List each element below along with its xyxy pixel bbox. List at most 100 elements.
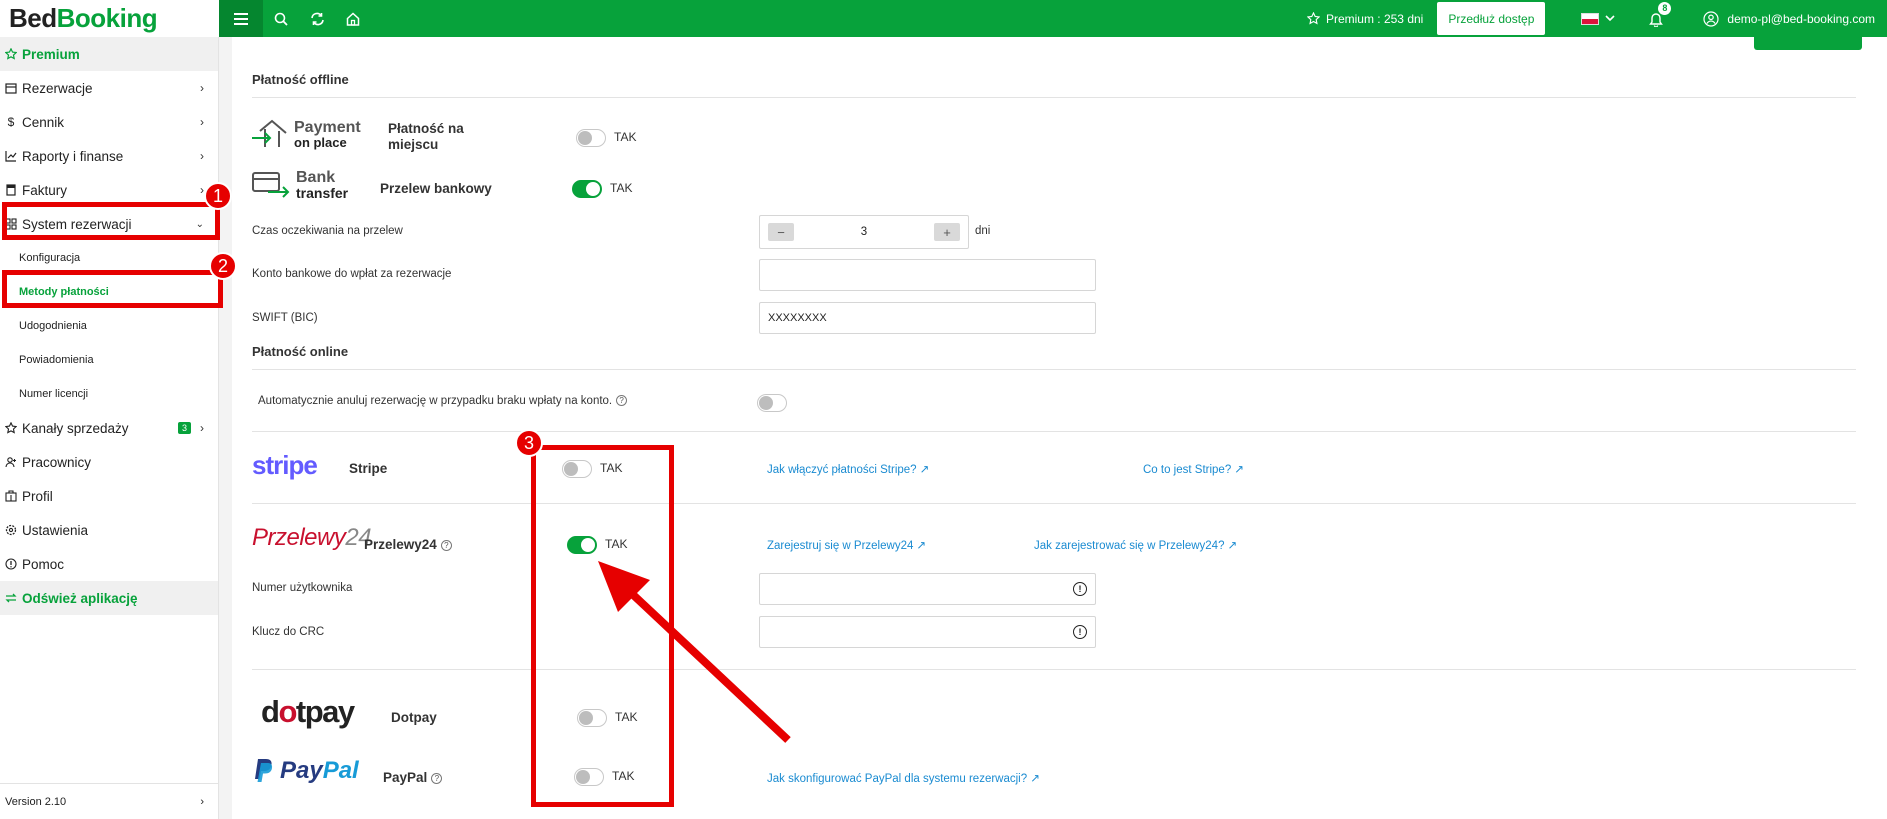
chevron-right-icon: › — [200, 81, 204, 95]
polish-flag-icon — [1581, 12, 1600, 25]
logo-text: Bank — [296, 169, 336, 186]
logo-text: o — [278, 694, 297, 729]
transfer-wait-stepper[interactable]: − 3 + — [759, 215, 969, 249]
transfer-wait-label: Czas oczekiwania na przelew — [252, 225, 403, 237]
user-menu[interactable]: demo-pl@bed-booking.com — [1703, 10, 1875, 27]
pm-name-dotpay: Dotpay — [391, 710, 437, 725]
bank-transfer-logo: Bank transfer — [252, 170, 348, 200]
decrement-button[interactable]: − — [768, 223, 794, 241]
warning-icon: ! — [1073, 625, 1087, 639]
logo-text: tpay — [295, 694, 355, 729]
stripe-about-link[interactable]: Co to jest Stripe? ↗ — [1143, 462, 1244, 476]
toggle-auto-cancel[interactable] — [757, 394, 787, 412]
sales-channels-badge: 3 — [177, 422, 191, 434]
sidebar-item-label: Odśwież aplikację — [22, 590, 138, 606]
sidebar-item-help[interactable]: Pomoc — [0, 547, 218, 581]
home-icon[interactable] — [335, 0, 371, 37]
save-button[interactable] — [1754, 37, 1862, 50]
annotation-box-1 — [2, 202, 220, 240]
help-icon[interactable]: ? — [616, 395, 628, 407]
sidebar-item-label: Kanały sprzedaży — [22, 420, 129, 436]
pm-name-bank-transfer: Przelew bankowy — [380, 181, 492, 196]
sidebar-item-reservations[interactable]: Rezerwacje › — [0, 71, 218, 105]
link-text: Jak włączyć płatności Stripe? — [767, 464, 917, 476]
sidebar-item-settings[interactable]: Ustawienia — [0, 513, 218, 547]
sidebar-subitem-notifications[interactable]: Powiadomienia — [0, 343, 218, 377]
divider — [252, 369, 1856, 370]
user-number-label: Numer użytkownika — [252, 582, 353, 594]
sidebar-subitem-license[interactable]: Numer licencji — [0, 377, 218, 411]
help-icon[interactable]: ? — [440, 539, 452, 551]
chevron-right-icon: › — [200, 149, 204, 163]
main-content: Płatność offline Payment on place Płatno… — [219, 37, 1887, 819]
paypal-config-link[interactable]: Jak skonfigurować PayPal dla systemu rez… — [767, 771, 1040, 785]
chevron-right-icon: › — [200, 421, 204, 435]
bank-account-input[interactable] — [759, 259, 1096, 291]
sidebar-item-reports[interactable]: Raporty i finanse › — [0, 139, 218, 173]
offline-section-title: Płatność offline — [252, 72, 349, 87]
sidebar-item-sales-channels[interactable]: Kanały sprzedaży 3 › — [0, 411, 218, 445]
refresh-icon[interactable] — [299, 0, 335, 37]
sidebar-item-profile[interactable]: Profil — [0, 479, 218, 513]
przelewy24-howto-link[interactable]: Jak zarejestrować się w Przelewy24? ↗ — [1034, 538, 1237, 552]
sidebar-item-employees[interactable]: Pracownicy — [0, 445, 218, 479]
link-text: Jak skonfigurować PayPal dla systemu rez… — [767, 773, 1028, 785]
toggle-bank-transfer[interactable] — [572, 180, 602, 198]
brand-text-bed: Bed — [9, 3, 57, 33]
swift-input[interactable]: XXXXXXXX — [759, 302, 1096, 334]
premium-status-text: Premium : 253 dni — [1325, 11, 1424, 26]
external-link-icon: ↗ — [913, 540, 927, 552]
sidebar-item-premium[interactable]: Premium — [0, 37, 218, 71]
divider — [252, 97, 1856, 98]
help-icon[interactable]: ? — [431, 772, 443, 784]
link-text: Zarejestruj się w Przelewy24 — [767, 540, 914, 552]
toggle-on-place[interactable] — [576, 129, 606, 147]
logo-text: Pay — [280, 757, 323, 784]
building-icon — [5, 490, 17, 502]
extend-access-button[interactable]: Przedłuż dostęp — [1437, 2, 1546, 35]
sidebar-subitem-agreements[interactable]: Udogodnienia — [0, 309, 218, 343]
increment-button[interactable]: + — [934, 223, 960, 241]
przelewy24-logo: Przelewy24 — [252, 524, 372, 552]
payment-on-place-logo: Payment on place — [252, 119, 361, 149]
link-text: Co to jest Stripe? — [1143, 464, 1232, 476]
search-icon[interactable] — [263, 0, 299, 37]
pm-name-stripe: Stripe — [349, 461, 388, 476]
star-icon — [1306, 12, 1320, 25]
stripe-howto-link[interactable]: Jak włączyć płatności Stripe? ↗ — [767, 462, 929, 476]
bank-account-label: Konto bankowe do wpłat za rezerwacje — [252, 268, 452, 280]
sidebar-item-label: Pracownicy — [22, 454, 92, 470]
app-version[interactable]: Version 2.10 › — [0, 783, 218, 819]
user-email: demo-pl@bed-booking.com — [1727, 11, 1875, 26]
crc-key-input[interactable]: ! — [759, 616, 1096, 648]
language-selector[interactable] — [1581, 12, 1615, 25]
chart-icon — [5, 150, 17, 162]
notifications-bell-icon[interactable]: 8 — [1649, 1, 1672, 27]
stepper-value[interactable]: 3 — [861, 226, 867, 238]
sidebar-item-label: Premium — [22, 46, 80, 62]
sidebar-item-pricing[interactable]: $ Cennik › — [0, 105, 218, 139]
annotation-box-3 — [531, 445, 674, 807]
annotation-box-2 — [2, 270, 223, 308]
premium-status[interactable]: Premium : 253 dni — [1306, 11, 1424, 26]
divider — [252, 669, 1856, 670]
logo-text: on place — [294, 134, 347, 150]
user-avatar-icon — [1703, 10, 1720, 27]
top-bar: Premium : 253 dni Przedłuż dostęp 8 demo… — [219, 0, 1887, 37]
sidebar: Premium Rezerwacje › $ Cennik › Raporty … — [0, 37, 219, 819]
hamburger-menu-icon[interactable] — [219, 0, 263, 37]
info-circle-icon — [5, 558, 17, 570]
warning-icon: ! — [1073, 582, 1087, 596]
refresh-icon — [5, 592, 17, 604]
user-add-icon — [5, 456, 17, 468]
toggle-label: TAK — [610, 181, 633, 195]
annotation-marker-1: 1 — [204, 182, 232, 210]
pm-name-paypal: PayPal? — [383, 770, 443, 785]
auto-cancel-text: Automatycznie anuluj rezerwację w przypa… — [258, 395, 613, 407]
brand-logo[interactable]: Bed Booking — [0, 0, 219, 37]
user-number-input[interactable]: ! — [759, 573, 1096, 605]
przelewy24-register-link[interactable]: Zarejestruj się w Przelewy24 ↗ — [767, 538, 926, 552]
sidebar-item-label: Faktury — [22, 182, 68, 198]
logo-text: Pal — [322, 757, 359, 784]
sidebar-item-refresh-app[interactable]: Odśwież aplikację — [0, 581, 218, 615]
